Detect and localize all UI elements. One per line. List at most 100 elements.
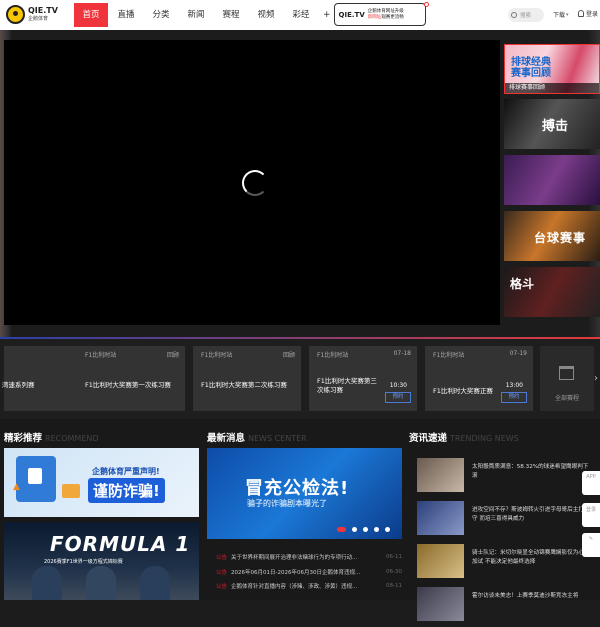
nav-category[interactable]: 分类 bbox=[144, 3, 178, 27]
content-sections: 精彩推荐 RECOMMEND ▲ 企鹅体育严重声明! 谨防诈骗! FORMULA … bbox=[0, 419, 600, 621]
login-label: 登录 bbox=[586, 11, 599, 18]
search-icon bbox=[511, 12, 517, 18]
domain-upgrade-promo[interactable]: + QIE.TV 企鹅体育网址升级 新网址观赛更流畅 bbox=[323, 2, 429, 26]
login-button[interactable]: 登录 bbox=[578, 9, 598, 18]
user-icon bbox=[578, 10, 584, 17]
nav-live[interactable]: 直播 bbox=[109, 3, 143, 27]
carousel-dot[interactable] bbox=[385, 527, 390, 532]
f1-title: FORMULA 1 bbox=[50, 532, 191, 556]
thumb-title: 排球经典 赛事回顾 bbox=[511, 57, 551, 79]
trending-item[interactable]: 骑士队记：米切尔晓显全动锦赛鹰娴影仅为心理加试 不能决定他最终选择 bbox=[410, 544, 600, 584]
card-status: 07-19 bbox=[509, 350, 527, 357]
thumb-title: 搏击 bbox=[542, 119, 569, 134]
promo-highlight: 新网址 bbox=[367, 14, 382, 20]
float-login-button[interactable]: 登录 bbox=[582, 503, 600, 527]
edit-icon: ✎ bbox=[588, 536, 594, 542]
f1-subtitle: 2026赛季F1世界一级方程式锦标赛 bbox=[44, 559, 123, 565]
loading-spinner-icon bbox=[242, 170, 268, 196]
side-thumb-volleyball[interactable]: 排球经典 赛事回顾 排球赛事回顾 bbox=[504, 44, 600, 94]
float-app-button[interactable]: APP bbox=[582, 471, 600, 495]
list-item[interactable]: 公告 企鹅体育针对直播内容（涉赌、涉政、涉黄）违规... 08-11 bbox=[207, 579, 402, 594]
thumb-title: 格斗 bbox=[510, 277, 535, 291]
title-cn: 精彩推荐 bbox=[4, 433, 43, 444]
news-kind: 公告 bbox=[216, 584, 228, 591]
card-status: 回顾 bbox=[166, 352, 179, 359]
title-en: RECOMMEND bbox=[45, 434, 99, 443]
news-title: 2026年06月01日-2026年06月30日企鹅体育违规... bbox=[231, 569, 361, 576]
carousel-dot[interactable] bbox=[374, 527, 379, 532]
schedule-card[interactable]: F1比利时站 07-18 F1比利时大奖赛第三次练习赛 10:30 预约 bbox=[309, 346, 417, 411]
title-en: NEWS CENTER bbox=[248, 434, 307, 443]
side-thumb-fighting[interactable]: 搏击 bbox=[504, 99, 600, 149]
nav-schedule[interactable]: 赛程 bbox=[214, 3, 248, 27]
anti-fraud-banner[interactable]: ▲ 企鹅体育严重声明! 谨防诈骗! bbox=[4, 448, 199, 517]
title-cn: 最新消息 bbox=[207, 433, 246, 444]
nav-lottery[interactable]: 彩经 bbox=[284, 3, 318, 27]
schedule-strip: ‹ 回顾 湾速系列赛 F1比利时站 回顾 F1比利时大奖赛第一次练习赛 F1比利… bbox=[0, 339, 600, 419]
card-title: F1比利时大奖赛第二次练习赛 bbox=[201, 381, 287, 389]
all-schedule-button[interactable]: 全部赛程 bbox=[540, 346, 594, 411]
side-thumb-combat[interactable]: 格斗 bbox=[504, 267, 600, 317]
list-item[interactable]: 公告 2026年06月01日-2026年06月30日企鹅体育违规... 06-3… bbox=[207, 565, 402, 580]
driver-figure bbox=[32, 566, 62, 600]
chevron-right-icon[interactable]: › bbox=[594, 373, 598, 384]
title-en: TRENDING NEWS bbox=[450, 434, 519, 443]
card-tag: F1比利时站 bbox=[317, 352, 349, 359]
top-header: QIE.TV 企鹅体育 首页 直播 分类 新闻 赛程 视频 彩经 + QIE.T… bbox=[0, 0, 600, 30]
card-title: F1比利时大奖赛第一次练习赛 bbox=[85, 381, 171, 389]
side-thumbnail-list: 排球经典 赛事回顾 排球赛事回顾 搏击 台球赛事 格斗 bbox=[504, 44, 600, 324]
site-logo[interactable]: QIE.TV 企鹅体育 bbox=[6, 5, 58, 24]
carousel-dot[interactable] bbox=[337, 527, 346, 532]
card-title: F1比利时大奖赛第三次练习赛 bbox=[317, 377, 377, 394]
side-thumb-event[interactable] bbox=[504, 155, 600, 205]
driver-figure bbox=[86, 566, 116, 600]
banner-main-text: 谨防诈骗! bbox=[88, 478, 165, 503]
trending-thumb bbox=[417, 587, 464, 621]
video-player[interactable] bbox=[4, 40, 500, 325]
trending-title: 进攻空间不存？斯波姆转火引进字母哥后主打防守 而培三喜得具威力 bbox=[472, 507, 590, 522]
side-thumb-billiards[interactable]: 台球赛事 bbox=[504, 211, 600, 261]
nav-news[interactable]: 新闻 bbox=[179, 3, 213, 27]
search-box[interactable]: 搜索 bbox=[508, 8, 544, 22]
trending-item[interactable]: 太阳骰筒质满意：58.32%的球迷希望鹰眼判下滚 bbox=[410, 458, 600, 498]
trending-title: 太阳骰筒质满意：58.32%的球迷希望鹰眼判下滚 bbox=[472, 464, 589, 479]
trending-title: 骑士队记：米切尔晓显全动锦赛鹰娴影仅为心理加试 不能决定他最终选择 bbox=[472, 550, 590, 565]
schedule-card[interactable]: F1比利时站 回顾 F1比利时大奖赛第二次练习赛 bbox=[193, 346, 301, 411]
card-tag: F1比利时站 bbox=[201, 352, 233, 359]
nav-video[interactable]: 视频 bbox=[249, 3, 283, 27]
news-title: 企鹅体育针对直播内容（涉赌、涉政、涉黄）违规... bbox=[231, 584, 358, 591]
trending-thumb bbox=[417, 501, 464, 535]
schedule-card[interactable]: F1比利时站 07-19 F1比利时大奖赛正赛 13:00 预约 bbox=[425, 346, 533, 411]
reserve-button[interactable]: 预约 bbox=[501, 392, 527, 403]
trending-thumb bbox=[417, 458, 464, 492]
schedule-card[interactable]: F1比利时站 回顾 F1比利时大奖赛第一次练习赛 bbox=[77, 346, 185, 411]
nav-home[interactable]: 首页 bbox=[74, 3, 108, 27]
carousel-dot[interactable] bbox=[352, 527, 357, 532]
float-label: 登录 bbox=[585, 507, 596, 513]
folder-icon bbox=[62, 484, 80, 498]
news-carousel[interactable]: 冒充公检法! 骗子的诈骗剧本曝光了 bbox=[207, 448, 402, 539]
download-button[interactable]: 下载 ▾ bbox=[553, 10, 569, 20]
search-placeholder: 搜索 bbox=[520, 13, 532, 19]
news-date: 06-30 bbox=[386, 568, 402, 575]
list-item[interactable]: 公告 关于世界杯期间展开治理非法赌球行为的专项行动... 06-11 bbox=[207, 550, 402, 565]
card-title: F1比利时大奖赛正赛 bbox=[433, 387, 493, 395]
news-date: 06-11 bbox=[386, 554, 402, 561]
live-stage: 排球经典 赛事回顾 排球赛事回顾 搏击 台球赛事 格斗 bbox=[0, 30, 600, 338]
card-tag: F1比利时站 bbox=[85, 352, 117, 359]
news-date: 08-11 bbox=[386, 583, 402, 590]
download-label: 下载 bbox=[553, 12, 566, 19]
reserve-button[interactable]: 预约 bbox=[385, 392, 411, 403]
f1-banner[interactable]: FORMULA 1 2026赛季F1世界一级方程式锦标赛 bbox=[4, 522, 199, 600]
thumb-label: 排球赛事回顾 bbox=[505, 83, 599, 93]
trending-item[interactable]: 霍尔访谈未美志！上赛季莫迪沙斯竞冻主将 bbox=[410, 587, 600, 627]
promo-line2: 观赛更流畅 bbox=[381, 14, 404, 20]
float-edit-button[interactable]: ✎ bbox=[582, 533, 600, 557]
promo-brand: QIE.TV bbox=[338, 10, 365, 19]
logo-name: QIE.TV bbox=[28, 5, 58, 15]
news-list: 公告 关于世界杯期间展开治理非法赌球行为的专项行动... 06-11 公告 20… bbox=[207, 550, 402, 594]
trending-item[interactable]: 进攻空间不存？斯波姆转火引进字母哥后主打防守 而培三喜得具威力 bbox=[410, 501, 600, 541]
warning-icon: ▲ bbox=[13, 482, 20, 492]
thumb-title: 台球赛事 bbox=[534, 231, 587, 245]
carousel-dot[interactable] bbox=[363, 527, 368, 532]
